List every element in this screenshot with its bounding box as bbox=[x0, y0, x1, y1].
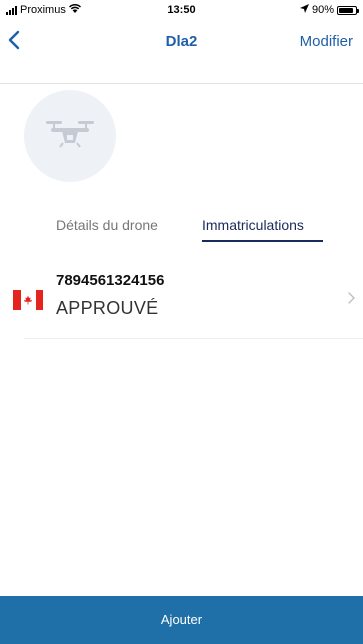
add-button[interactable]: Ajouter bbox=[0, 596, 363, 644]
chevron-left-icon bbox=[8, 30, 20, 55]
battery-icon bbox=[337, 5, 359, 15]
tab-registrations[interactable]: Immatriculations bbox=[202, 214, 304, 236]
registration-status: APPROUVÉ bbox=[56, 298, 159, 318]
status-right: 90% bbox=[299, 4, 359, 16]
edit-button[interactable]: Modifier bbox=[300, 20, 353, 64]
status-bar: Proximus 13:50 90% bbox=[0, 0, 363, 20]
registration-number: 7894561324156 bbox=[56, 272, 165, 289]
location-arrow-icon bbox=[299, 4, 309, 16]
canada-flag-icon bbox=[13, 290, 43, 310]
tab-bar: Détails du drone Immatriculations bbox=[0, 214, 363, 244]
active-tab-indicator bbox=[202, 240, 323, 242]
tab-drone-details[interactable]: Détails du drone bbox=[56, 214, 158, 236]
chevron-right-icon bbox=[348, 291, 355, 309]
row-divider bbox=[24, 338, 363, 339]
nav-divider bbox=[0, 83, 363, 84]
battery-percent: 90% bbox=[311, 4, 334, 16]
drone-avatar bbox=[24, 90, 116, 182]
drone-icon bbox=[42, 119, 98, 154]
back-button[interactable] bbox=[8, 28, 32, 56]
nav-bar: Dla2 Modifier bbox=[0, 20, 363, 64]
registration-row[interactable]: 7894561324156 APPROUVÉ bbox=[0, 262, 363, 338]
